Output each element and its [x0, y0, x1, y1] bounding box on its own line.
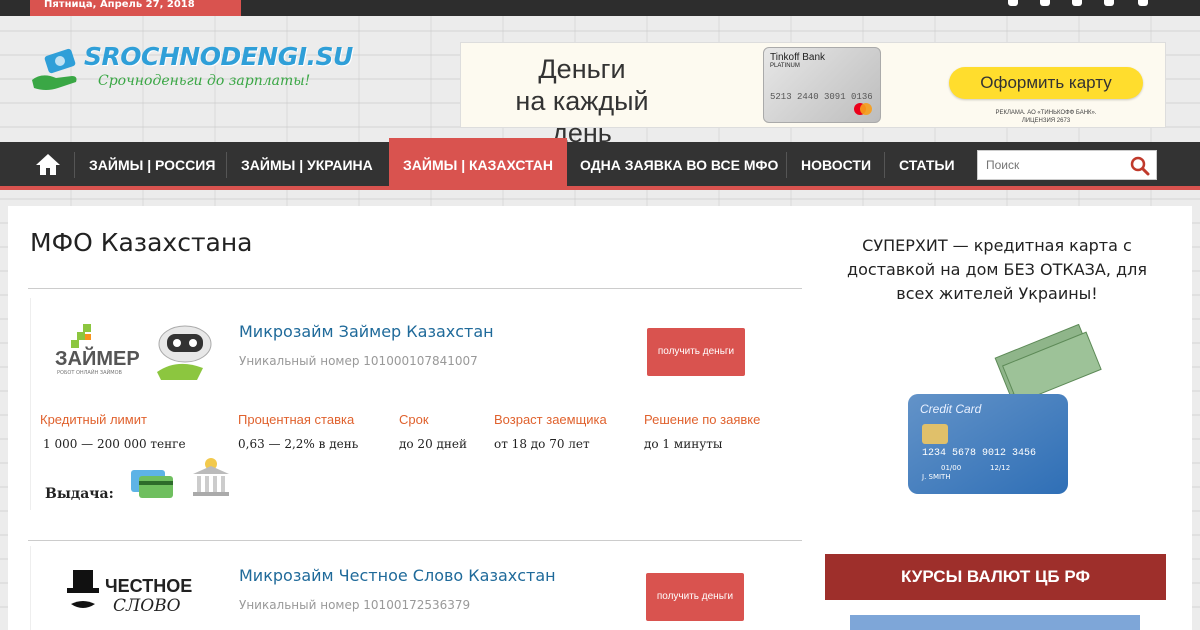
credit-card-promo-image[interactable]: [888, 324, 1118, 524]
offer-number: Уникальный номер 10100172536379: [239, 598, 471, 612]
currency-rates-widget: [850, 615, 1140, 630]
card-holder: J. SMITH: [922, 473, 951, 481]
sidebar-promo-title[interactable]: СУПЕРХИТ — кредитная карта с доставкой н…: [826, 234, 1168, 306]
divider: [28, 540, 802, 541]
main-nav: ЗАЙМЫ | РОССИЯ ЗАЙМЫ | УКРАИНА ЗАЙМЫ | К…: [0, 138, 1200, 190]
site-logo[interactable]: SROCHNODENGI.SU Срочноденьги до зарплаты…: [28, 40, 353, 100]
nav-item-russia[interactable]: ЗАЙМЫ | РОССИЯ: [75, 142, 229, 186]
twitter-icon[interactable]: [1072, 0, 1082, 6]
ad-card-number: 5213 2440 3091 0136: [770, 92, 873, 102]
ad-card-image: Tinkoff Bank PLATINUM 5213 2440 3091 013…: [763, 47, 881, 123]
home-link[interactable]: [22, 142, 74, 186]
attr-value: 1 000 — 200 000 тенге: [43, 437, 186, 451]
offer-attributes: Кредитный лимит 1 000 — 200 000 тенге Пр…: [31, 412, 803, 462]
card-valid-to: 12/12: [990, 464, 1011, 472]
divider: [28, 288, 802, 289]
chestnoe-logo-line2: СЛОВО: [113, 596, 181, 616]
main-content: МФО Казахстана ЗАЙМЕР РОБОТ ОНЛАЙН ЗАЙМО…: [8, 206, 1192, 630]
bank-card-icon: [131, 470, 173, 498]
ad-headline: Деньги на каждый день: [487, 53, 677, 149]
nav-item-ukraine[interactable]: ЗАЙМЫ | УКРАИНА: [227, 142, 387, 186]
mastercard-icon: [854, 103, 872, 115]
attr-label: Возраст заемщика: [494, 412, 607, 427]
ad-banner[interactable]: Деньги на каждый день Tinkoff Bank PLATI…: [460, 42, 1166, 148]
robot-mascot-icon: [157, 325, 212, 380]
issue-label: Выдача:: [45, 486, 114, 502]
card-valid-from: 01/00: [941, 464, 962, 472]
nav-item-articles[interactable]: СТАТЬИ: [885, 142, 969, 186]
attr-label: Кредитный лимит: [40, 412, 147, 427]
offer-title[interactable]: Микрозайм Честное Слово Казахстан: [239, 566, 556, 585]
hand-money-icon: [32, 48, 77, 90]
attr-label: Решение по заявке: [644, 412, 761, 427]
instagram-icon[interactable]: [1104, 0, 1114, 6]
chestnoe-slovo-logo[interactable]: ЧЕСТНОЕ СЛОВО: [51, 564, 221, 630]
attr-value: до 1 минуты: [644, 437, 723, 451]
card-label: Credit Card: [920, 402, 982, 416]
attr-value: до 20 дней: [399, 437, 467, 451]
ad-headline-line1: Деньги: [538, 54, 626, 84]
ad-card-bank-name: Tinkoff Bank: [770, 52, 826, 63]
offer-card-chestnoe-slovo: ЧЕСТНОЕ СЛОВО Микрозайм Честное Слово Ка…: [30, 546, 802, 630]
odnoklassniki-icon[interactable]: [1138, 0, 1148, 6]
offer-title[interactable]: Микрозайм Займер Казахстан: [239, 322, 494, 341]
search-box: [977, 150, 1157, 180]
ad-card-tier: PLATINUM: [770, 63, 800, 69]
ad-apply-button[interactable]: Оформить карту: [949, 67, 1143, 99]
attr-value: 0,63 — 2,2% в день: [238, 437, 359, 451]
attr-label: Процентная ставка: [238, 412, 355, 427]
get-money-button[interactable]: получить деньги: [647, 328, 745, 376]
nav-item-news[interactable]: НОВОСТИ: [787, 142, 885, 186]
logo-title: SROCHNODENGI.SU: [84, 42, 353, 71]
search-input[interactable]: [978, 151, 1126, 179]
home-icon: [36, 154, 60, 175]
zaymer-logo-text: ЗАЙМЕР: [55, 348, 140, 370]
zaymer-logo-tagline: РОБОТ ОНЛАЙН ЗАЙМОВ: [57, 370, 122, 376]
bank-building-icon: [193, 458, 229, 496]
current-date: Пятница, Апрель 27, 2018: [30, 0, 241, 16]
card-number: 1234 5678 9012 3456: [922, 448, 1037, 459]
offer-card-zaymer: ЗАЙМЕР РОБОТ ОНЛАЙН ЗАЙМОВ Микрозайм Зай…: [30, 298, 802, 510]
logo-subtitle: Срочноденьги до зарплаты!: [98, 73, 311, 89]
vk-icon[interactable]: [1040, 0, 1050, 6]
attr-value: от 18 до 70 лет: [494, 437, 590, 451]
zaymer-logo[interactable]: ЗАЙМЕР РОБОТ ОНЛАЙН ЗАЙМОВ: [51, 318, 221, 388]
top-bar: Пятница, Апрель 27, 2018: [0, 0, 1200, 16]
top-hat-icon: [67, 570, 99, 608]
ad-disclaimer: РЕКЛАМА. АО «ТИНЬКОФФ БАНК». ЛИЦЕНЗИЯ 26…: [971, 109, 1121, 125]
chestnoe-logo-line1: ЧЕСТНОЕ: [105, 576, 193, 596]
offer-number: Уникальный номер 101000107841007: [239, 354, 478, 368]
nav-item-kazakhstan[interactable]: ЗАЙМЫ | КАЗАХСТАН: [389, 138, 568, 186]
page-title: МФО Казахстана: [30, 228, 253, 257]
get-money-button[interactable]: получить деньги: [646, 573, 744, 621]
ad-disclaimer-line2: ЛИЦЕНЗИЯ 2673: [1021, 118, 1071, 124]
facebook-icon[interactable]: [1008, 0, 1018, 6]
search-icon[interactable]: [1130, 156, 1150, 176]
ad-disclaimer-line1: РЕКЛАМА. АО «ТИНЬКОФФ БАНК».: [995, 110, 1097, 116]
nav-item-one-application[interactable]: ОДНА ЗАЯВКА ВО ВСЕ МФО: [566, 142, 792, 186]
ad-card-bank: Tinkoff Bank PLATINUM: [770, 52, 825, 69]
attr-label: Срок: [399, 412, 429, 427]
currency-rates-header: КУРСЫ ВАЛЮТ ЦБ РФ: [825, 554, 1166, 600]
